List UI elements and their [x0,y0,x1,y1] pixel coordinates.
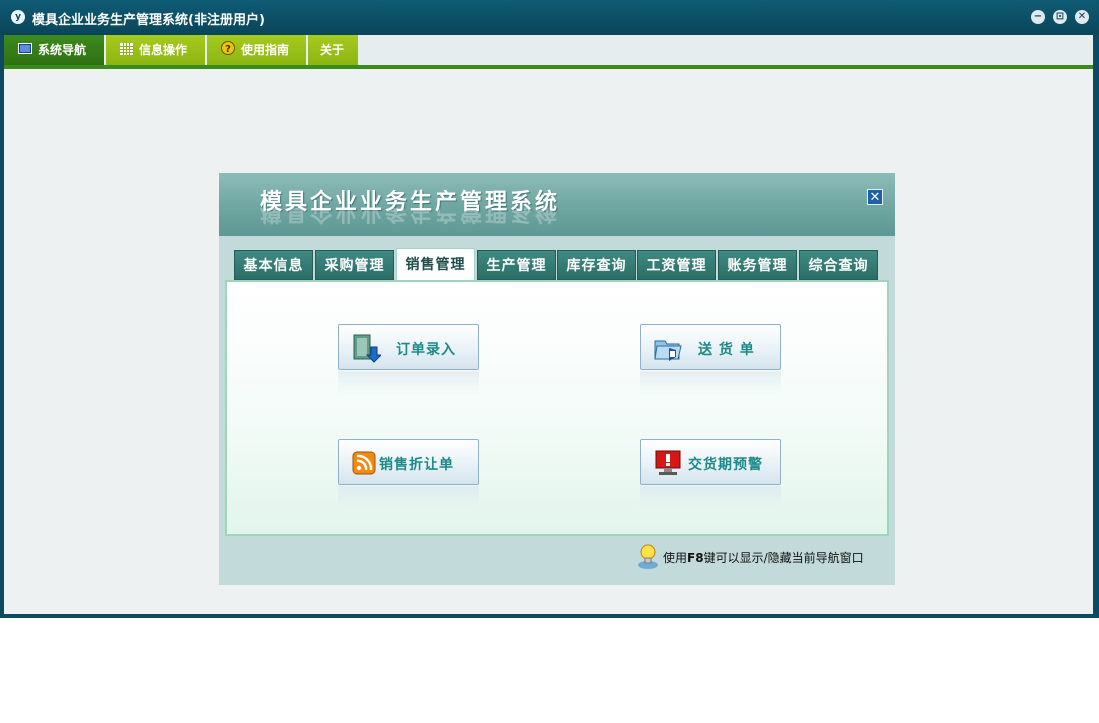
action-label: 订单录入 [396,342,456,358]
help-icon: ? [221,36,235,66]
window-title: 模具企业业务生产管理系统(非注册用户) [32,13,265,28]
menu-bar: 系统导航 信息操作 ? 使用指南 关于 [4,35,1093,65]
menu-item-label: 使用指南 [241,43,290,57]
delivery-note-button[interactable]: 送 货 单 [640,324,781,370]
sales-discount-button[interactable]: 销售折让单 [338,439,479,485]
app-logo-icon: y [11,10,25,24]
navigation-panel: 模具企业业务生产管理系统 模具企业业务生产管理系统 ✕ 基本信息 采购管理 销售… [219,173,895,585]
monitor-icon [18,36,32,66]
menu-item-info-ops[interactable]: 信息操作 [106,35,205,65]
button-reflection [338,486,479,510]
hint-suffix: 键可以显示/隐藏当前导航窗口 [703,551,864,565]
delivery-alert-button[interactable]: 交货期预警 [640,439,781,485]
title-bar[interactable]: y 模具企业业务生产管理系统(非注册用户) − ⊡ ✕ [0,0,1099,35]
tab-inventory[interactable]: 库存查询 [557,250,636,280]
navigation-hint: 使用F8键可以显示/隐藏当前导航窗口 [663,549,864,566]
menu-item-system-nav[interactable]: 系统导航 [4,35,104,65]
order-entry-icon [351,333,383,363]
tab-payroll[interactable]: 工资管理 [637,250,716,280]
minimize-button[interactable]: − [1031,10,1045,24]
panel-title-reflection: 模具企业业务生产管理系统 [260,208,561,224]
tab-purchase[interactable]: 采购管理 [315,250,394,280]
action-label: 交货期预警 [688,457,763,473]
menu-item-label: 信息操作 [139,43,188,57]
close-button[interactable]: ✕ [1075,10,1089,24]
grid-icon [120,36,133,66]
delivery-note-icon [653,333,683,363]
button-reflection [338,371,479,395]
menu-item-about[interactable]: 关于 [308,35,358,65]
restore-button[interactable]: ⊡ [1053,10,1067,24]
alert-monitor-icon [653,448,683,478]
order-entry-button[interactable]: 订单录入 [338,324,479,370]
menu-item-label: 关于 [320,43,345,57]
tab-query[interactable]: 综合查询 [799,250,878,280]
hint-key: F8 [687,551,704,565]
panel-header: 模具企业业务生产管理系统 模具企业业务生产管理系统 ✕ [219,173,895,236]
tab-accounts[interactable]: 账务管理 [718,250,797,280]
svg-text:?: ? [225,44,231,55]
menu-item-user-guide[interactable]: ? 使用指南 [207,35,306,65]
tab-production[interactable]: 生产管理 [477,250,556,280]
tab-sales[interactable]: 销售管理 [396,248,475,282]
button-reflection [640,486,781,510]
action-label: 销售折让单 [379,457,454,473]
menu-item-label: 系统导航 [38,43,87,57]
sales-content: 订单录入 送 货 单 销售折让单 交货期预警 [225,280,889,536]
rss-discount-icon [351,448,381,478]
action-label: 送 货 单 [698,342,755,358]
panel-close-button[interactable]: ✕ [867,189,883,205]
button-reflection [640,371,781,395]
tab-basic-info[interactable]: 基本信息 [234,250,313,280]
hint-prefix: 使用 [663,551,688,565]
lightbulb-icon [637,542,659,570]
